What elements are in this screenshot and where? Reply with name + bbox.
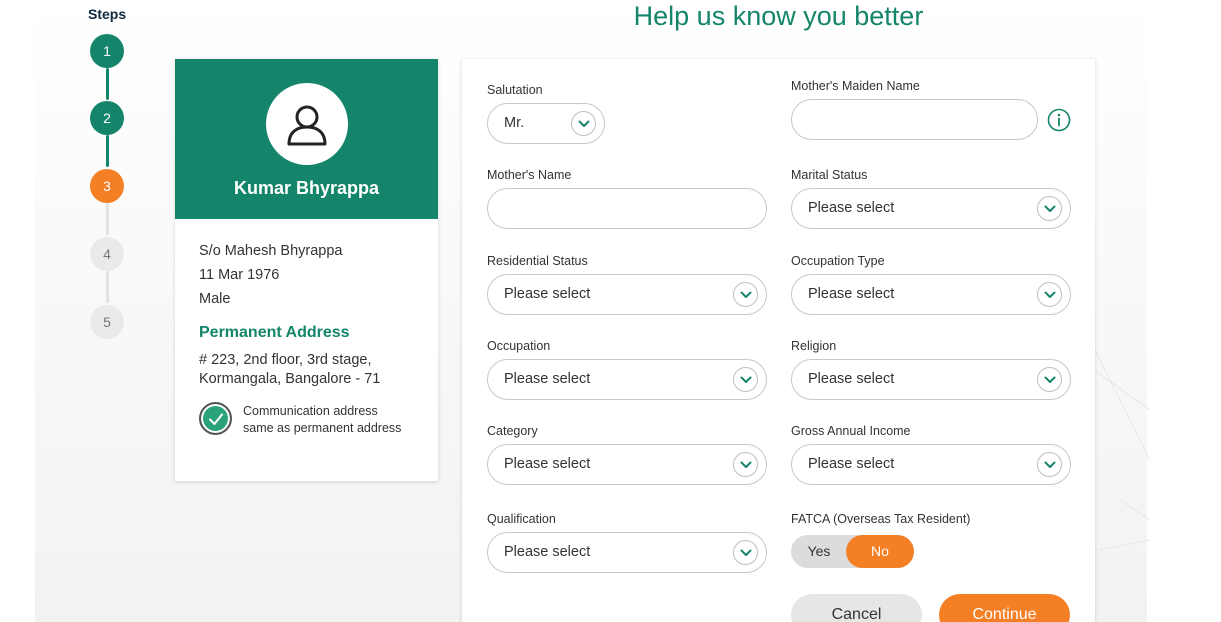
avatar (266, 83, 348, 165)
step-1[interactable]: 1 (90, 34, 124, 68)
user-icon (287, 105, 327, 146)
step-connector (106, 68, 109, 100)
comm-address-checkbox-row[interactable]: Communication address same as permanent … (199, 402, 414, 437)
form-card: Salutation Mr. Mother's Maiden Name Moth… (462, 59, 1095, 622)
gross-income-value: Please select (808, 456, 895, 472)
continue-button[interactable]: Continue (939, 594, 1070, 622)
chevron-down-icon[interactable] (1037, 196, 1062, 221)
maiden-name-label: Mother's Maiden Name (791, 79, 920, 93)
chevron-down-icon[interactable] (1037, 282, 1062, 307)
chevron-down-icon[interactable] (1037, 452, 1062, 477)
religion-value: Please select (808, 371, 895, 387)
address-text: # 223, 2nd floor, 3rd stage, Kormangala,… (199, 351, 414, 389)
cancel-button[interactable]: Cancel (791, 594, 922, 622)
gross-income-label: Gross Annual Income (791, 424, 911, 438)
step-connector (106, 271, 109, 303)
step-5[interactable]: 5 (90, 305, 124, 339)
steps-title: Steps (88, 6, 127, 22)
step-connector (106, 203, 109, 235)
chevron-down-icon[interactable] (571, 111, 596, 136)
chevron-down-icon[interactable] (733, 282, 758, 307)
check-icon (208, 413, 223, 425)
info-icon[interactable] (1047, 108, 1071, 132)
step-3[interactable]: 3 (90, 169, 124, 203)
mothers-name-label: Mother's Name (487, 168, 572, 182)
step-4[interactable]: 4 (90, 237, 124, 271)
marital-status-value: Please select (808, 200, 895, 216)
residential-status-value: Please select (504, 286, 591, 302)
relation-text: S/o Mahesh Bhyrappa (199, 243, 343, 259)
chevron-down-icon[interactable] (1037, 367, 1062, 392)
chevron-down-icon[interactable] (733, 540, 758, 565)
page-title: Help us know you better (633, 1, 924, 31)
marital-status-select[interactable]: Please select (791, 188, 1071, 229)
category-select[interactable]: Please select (487, 444, 767, 485)
fatca-toggle[interactable]: Yes No (791, 535, 914, 568)
qualification-value: Please select (504, 544, 591, 560)
occupation-type-value: Please select (808, 286, 895, 302)
fatca-no-option[interactable]: No (846, 535, 914, 568)
religion-label: Religion (791, 339, 837, 353)
address-line-2: Kormangala, Bangalore - 71 (199, 371, 381, 387)
comm-address-line-2: same as permanent address (243, 421, 402, 435)
profile-header: Kumar Bhyrappa (175, 59, 438, 219)
category-value: Please select (504, 456, 591, 472)
step-2[interactable]: 2 (90, 101, 124, 135)
salutation-label: Salutation (487, 83, 543, 97)
salutation-select[interactable]: Mr. (487, 103, 605, 144)
occupation-value: Please select (504, 371, 591, 387)
address-line-1: # 223, 2nd floor, 3rd stage, (199, 352, 372, 368)
fatca-yes-option[interactable]: Yes (791, 535, 847, 568)
chevron-down-icon[interactable] (733, 367, 758, 392)
qualification-label: Qualification (487, 512, 556, 526)
chevron-down-icon[interactable] (733, 452, 758, 477)
residential-status-select[interactable]: Please select (487, 274, 767, 315)
gender-text: Male (199, 291, 231, 307)
occupation-label: Occupation (487, 339, 551, 353)
step-connector (106, 135, 109, 167)
maiden-name-input[interactable] (791, 99, 1038, 140)
mothers-name-input[interactable] (487, 188, 767, 229)
address-title: Permanent Address (199, 324, 350, 341)
gross-income-select[interactable]: Please select (791, 444, 1071, 485)
occupation-type-select[interactable]: Please select (791, 274, 1071, 315)
comm-address-checkbox[interactable] (199, 402, 232, 435)
category-label: Category (487, 424, 538, 438)
marital-status-label: Marital Status (791, 168, 868, 182)
salutation-value: Mr. (504, 115, 525, 131)
religion-select[interactable]: Please select (791, 359, 1071, 400)
comm-address-line-1: Communication address (243, 404, 378, 418)
profile-card: Kumar Bhyrappa S/o Mahesh Bhyrappa 11 Ma… (175, 59, 438, 481)
qualification-select[interactable]: Please select (487, 532, 767, 573)
comm-address-label: Communication address same as permanent … (243, 402, 401, 437)
occupation-type-label: Occupation Type (791, 254, 885, 268)
dob-text: 11 Mar 1976 (199, 267, 280, 283)
profile-name: Kumar Bhyrappa (233, 178, 380, 198)
occupation-select[interactable]: Please select (487, 359, 767, 400)
fatca-label: FATCA (Overseas Tax Resident) (791, 512, 971, 526)
residential-status-label: Residential Status (487, 254, 588, 268)
